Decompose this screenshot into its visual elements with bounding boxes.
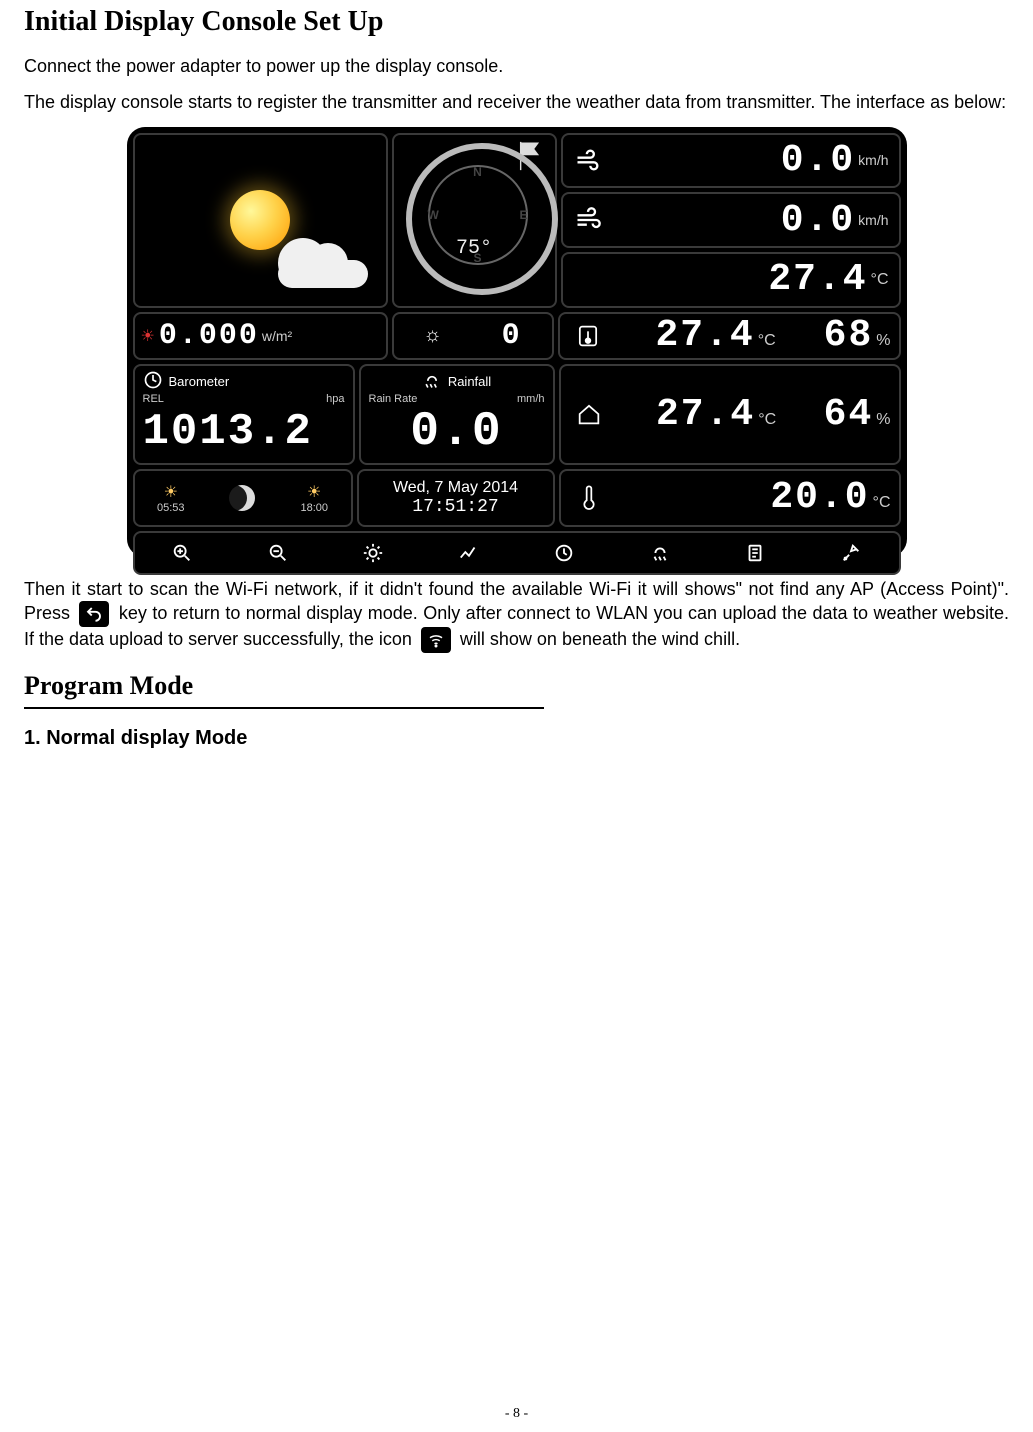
indoor-hum-unit: %: [876, 332, 890, 350]
button-bar: [133, 531, 901, 575]
rain-menu-icon[interactable]: [647, 540, 673, 566]
settings-icon[interactable]: [838, 540, 864, 566]
zoom-in-icon[interactable]: [169, 540, 195, 566]
wind-gust-tile: 0.0 km/h: [561, 192, 901, 248]
compass-panel: N S E W 75°: [392, 133, 557, 308]
graph-icon[interactable]: [456, 540, 482, 566]
indoor-temp-hum-panel: 27.4 °C 68 %: [558, 312, 901, 360]
wind-gust-value: 0.0: [781, 199, 855, 242]
sun-icon: [230, 190, 290, 250]
outdoor-hum-unit: %: [876, 411, 890, 429]
barometer-icon: [143, 370, 163, 393]
history-icon[interactable]: [742, 540, 768, 566]
pressure-icon[interactable]: [551, 540, 577, 566]
barometer-label: Barometer: [169, 374, 230, 389]
wind-icon: [563, 146, 613, 174]
moon-phase-icon: [229, 485, 255, 511]
indoor-icon: [568, 318, 608, 354]
datetime-panel: Wed, 7 May 2014 17:51:27: [357, 469, 555, 527]
rain-icon: [422, 370, 442, 393]
outdoor-temp-unit: °C: [758, 411, 776, 429]
date-text: Wed, 7 May 2014: [393, 479, 518, 497]
wind-chill-value: 27.4: [768, 258, 867, 301]
dewpoint-value: 20.0: [770, 476, 869, 519]
solar-radiation-panel: ☀ 0.000 w/m²: [133, 312, 388, 360]
wifi-upload-icon: [421, 627, 451, 653]
dewpoint-unit: °C: [873, 494, 891, 512]
indoor-temp-unit: °C: [758, 332, 776, 350]
outdoor-icon: [569, 396, 609, 432]
compass-value: 75: [456, 237, 480, 260]
compass-unit: °: [480, 237, 492, 260]
gust-icon: [563, 206, 613, 234]
zoom-out-icon[interactable]: [265, 540, 291, 566]
sunset-time: 18:00: [300, 502, 328, 514]
solar-value: 0.000: [159, 319, 259, 353]
outdoor-temp: 27.4: [656, 393, 755, 436]
forecast-panel: [133, 133, 388, 308]
paragraph-1: Connect the power adapter to power up th…: [24, 54, 1009, 78]
wind-speed-unit: km/h: [858, 152, 888, 168]
time-text: 17:51:27: [412, 497, 498, 517]
compass-e: E: [519, 208, 527, 222]
uvi-icon: ☼: [423, 324, 441, 347]
sunrise-time: 05:53: [157, 502, 185, 514]
rainfall-sub-right: mm/h: [517, 393, 545, 405]
solar-unit: w/m²: [262, 328, 292, 344]
rainfall-sub-left: Rain Rate: [369, 393, 418, 405]
brightness-icon[interactable]: [360, 540, 386, 566]
compass-w: W: [428, 208, 439, 222]
sunset-icon: ☀: [307, 482, 321, 502]
dewpoint-icon: [569, 480, 609, 516]
rainfall-label: Rainfall: [448, 374, 491, 389]
solar-icon: ☀: [141, 326, 155, 346]
normal-display-heading: 1. Normal display Mode: [24, 727, 1009, 750]
outdoor-hum: 64: [824, 393, 874, 436]
barometer-sub-right: hpa: [326, 393, 344, 405]
dewpoint-panel: 20.0 °C: [559, 469, 901, 527]
wind-speed-value: 0.0: [781, 139, 855, 182]
barometer-value: 1013.2: [143, 407, 313, 457]
cloud-icon: [278, 243, 368, 288]
barometer-sub-left: REL: [143, 393, 164, 405]
heading-underline: [24, 707, 544, 709]
outdoor-temp-hum-panel: 27.4 °C 64 %: [559, 364, 901, 465]
display-console: N S E W 75° 0.0: [127, 127, 907, 557]
rainfall-panel: Rainfall Rain Rate mm/h 0.0: [359, 364, 555, 465]
rainfall-value: 0.0: [410, 405, 502, 459]
barometer-panel: Barometer REL hpa 1013.2: [133, 364, 355, 465]
paragraph-2: The display console starts to register t…: [24, 90, 1009, 114]
wind-chill-tile: 27.4 °C: [561, 252, 901, 308]
back-key-icon: [79, 601, 109, 627]
page-number: - 8 -: [0, 1406, 1033, 1422]
wind-chill-unit: °C: [871, 271, 889, 289]
page-title: Initial Display Console Set Up: [24, 6, 1009, 38]
p3-part-c: will show on beneath the wind chill.: [460, 629, 740, 649]
program-mode-heading: Program Mode: [24, 671, 1009, 701]
uvi-panel: ☼ 0: [392, 312, 554, 360]
compass-n: N: [473, 165, 482, 179]
wind-speed-tile: 0.0 km/h: [561, 133, 901, 189]
sunrise-sunset-panel: ☀ 05:53 ☀ 18:00: [133, 469, 353, 527]
paragraph-3: Then it start to scan the Wi-Fi network,…: [24, 577, 1009, 654]
sunrise-icon: ☀: [164, 482, 178, 502]
indoor-temp: 27.4: [655, 314, 754, 357]
indoor-hum: 68: [824, 314, 874, 357]
wind-gust-unit: km/h: [858, 212, 888, 228]
uvi-value: 0: [502, 319, 522, 353]
